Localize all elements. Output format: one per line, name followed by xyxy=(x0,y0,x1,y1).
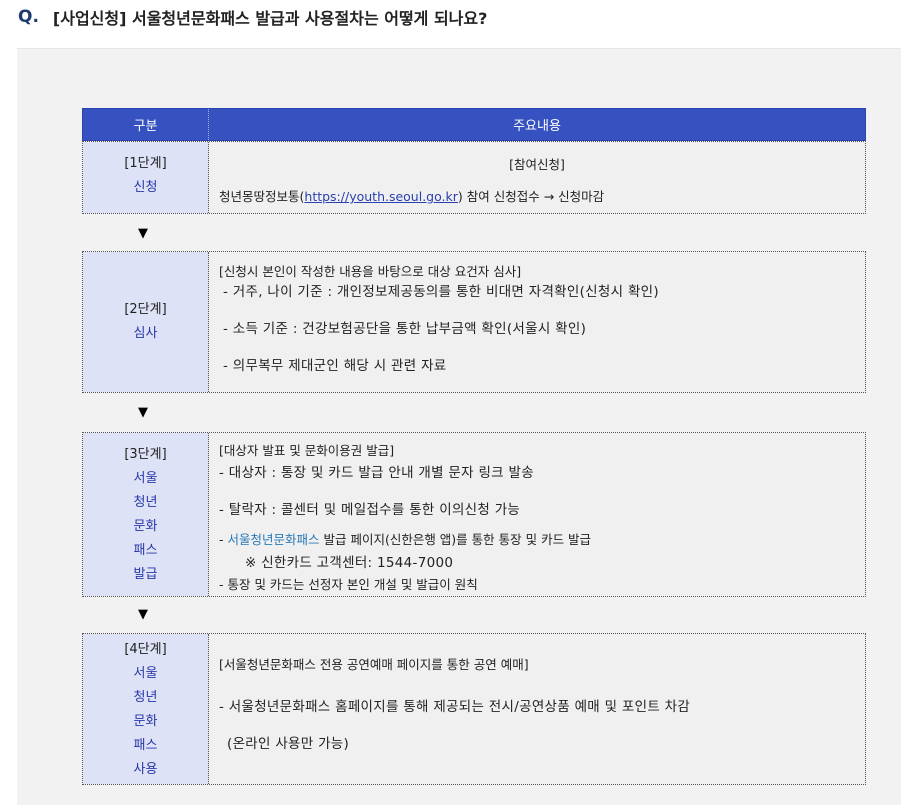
step-3-row: [3단계] 서울 청년 문화 패스 발급 [대상자 발표 및 문화이용권 발급]… xyxy=(82,432,866,597)
step-4-line-1: - 서울청년문화패스 홈페이지를 통해 제공되는 전시/공연상품 예매 및 포인… xyxy=(219,699,691,715)
step-2-word-1: 심사 xyxy=(133,326,158,341)
question-mark: Q. xyxy=(18,7,39,27)
step-3-label: [3단계] 서울 청년 문화 패스 발급 xyxy=(83,433,209,596)
down-arrow-icon: ▼ xyxy=(138,226,148,241)
step-4-row: [4단계] 서울 청년 문화 패스 사용 [서울청년문화패스 전용 공연예매 페… xyxy=(82,633,866,785)
step-2-row: [2단계] 심사 [신청시 본인이 작성한 내용을 바탕으로 대상 요건자 심사… xyxy=(82,251,866,393)
step-4-word-5: 사용 xyxy=(133,762,158,777)
step-2-line-2: - 소득 기준 : 건강보험공단을 통한 납부금액 확인(서울시 확인) xyxy=(223,321,587,337)
step-2-number: [2단계] xyxy=(124,302,167,317)
step-4-word-4: 패스 xyxy=(133,738,158,753)
faq-question[interactable]: Q. [사업신청] 서울청년문화패스 발급과 사용절차는 어떻게 되나요? xyxy=(18,6,487,28)
step-3-line-2: - 탈락자 : 콜센터 및 메일접수를 통한 이의신청 가능 xyxy=(219,502,521,518)
step-2-label: [2단계] 심사 xyxy=(83,252,209,392)
step-4-number: [4단계] xyxy=(124,642,167,657)
step-4-label: [4단계] 서울 청년 문화 패스 사용 xyxy=(83,634,209,784)
step-3-word-3: 문화 xyxy=(133,519,158,534)
step-1-line-prefix: 청년몽땅정보통( xyxy=(219,189,305,204)
culture-pass-link[interactable]: 서울청년문화패스 xyxy=(227,532,319,547)
step-3-line-1: - 대상자 : 통장 및 카드 발급 안내 개별 문자 링크 발송 xyxy=(219,465,534,481)
step-1-content: [참여신청] 청년몽땅정보통(https://youth.seoul.go.kr… xyxy=(209,142,865,213)
youth-portal-link[interactable]: https://youth.seoul.go.kr xyxy=(304,189,458,204)
table-header: 구분 주요내용 xyxy=(82,108,866,141)
step-4-title: [서울청년문화패스 전용 공연예매 페이지를 통한 공연 예매] xyxy=(219,657,529,672)
step-1-label: [1단계] 신청 xyxy=(83,142,209,213)
step-1-row: [1단계] 신청 [참여신청] 청년몽땅정보통(https://youth.se… xyxy=(82,141,866,214)
step-3-word-1: 서울 xyxy=(133,471,158,486)
step-1-title: [참여신청] xyxy=(509,157,565,172)
step-2-content: [신청시 본인이 작성한 내용을 바탕으로 대상 요건자 심사] - 거주, 나… xyxy=(209,252,865,392)
step-4-word-3: 문화 xyxy=(133,714,158,729)
step-4-content: [서울청년문화패스 전용 공연예매 페이지를 통한 공연 예매] - 서울청년문… xyxy=(209,634,865,784)
step-3-issue-line: - 서울청년문화패스 발급 페이지(신한은행 앱)를 통한 통장 및 카드 발급 xyxy=(219,529,591,548)
question-text: [사업신청] 서울청년문화패스 발급과 사용절차는 어떻게 되나요? xyxy=(52,9,488,28)
header-content: 주요내용 xyxy=(513,119,561,134)
step-3-number: [3단계] xyxy=(124,447,167,462)
step-1-word-1: 신청 xyxy=(133,180,158,195)
step-1-line: 청년몽땅정보통(https://youth.seoul.go.kr) 참여 신청… xyxy=(219,186,604,205)
step-1-line-suffix: ) 참여 신청접수 → 신청마감 xyxy=(457,189,605,204)
step-2-title: [신청시 본인이 작성한 내용을 바탕으로 대상 요건자 심사] xyxy=(219,264,522,279)
down-arrow-icon: ▼ xyxy=(138,405,148,420)
step-4-word-2: 청년 xyxy=(133,690,158,705)
step-3-word-2: 청년 xyxy=(133,495,158,510)
step-1-number: [1단계] xyxy=(124,156,167,171)
down-arrow-icon: ▼ xyxy=(138,607,148,622)
header-category: 구분 xyxy=(83,109,209,140)
step-3-issue-suffix: 발급 페이지(신한은행 앱)를 통한 통장 및 카드 발급 xyxy=(319,532,592,547)
step-3-title: [대상자 발표 및 문화이용권 발급] xyxy=(219,443,395,458)
step-2-line-1: - 거주, 나이 기준 : 개인정보제공동의를 통한 비대면 자격확인(신청시 … xyxy=(223,284,659,300)
step-3-word-4: 패스 xyxy=(133,543,158,558)
step-2-line-3: - 의무복무 제대군인 해당 시 관련 자료 xyxy=(223,358,447,374)
step-3-note: ※ 신한카드 고객센터: 1544-7000 xyxy=(245,555,454,571)
step-3-content: [대상자 발표 및 문화이용권 발급] - 대상자 : 통장 및 카드 발급 안… xyxy=(209,433,865,596)
step-4-word-1: 서울 xyxy=(133,666,158,681)
step-3-last-line: - 통장 및 카드는 선정자 본인 개설 및 발급이 원칙 xyxy=(219,577,478,592)
step-4-line-2: (온라인 사용만 가능) xyxy=(227,736,350,752)
step-3-word-5: 발급 xyxy=(133,567,158,582)
